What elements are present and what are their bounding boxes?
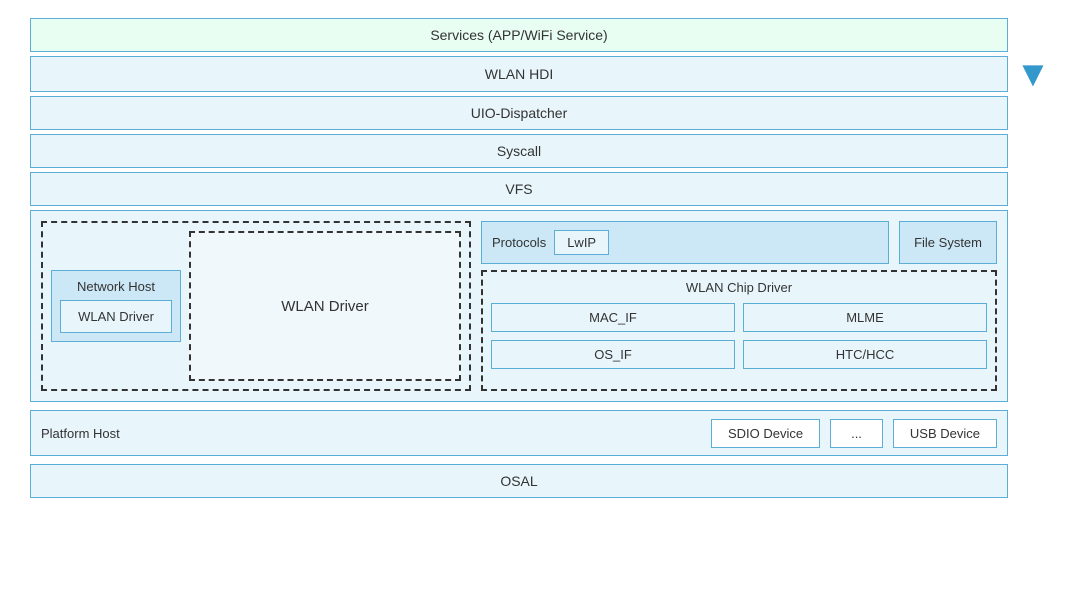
arrow-col-2: ▼ — [1008, 56, 1058, 92]
platform-host-label: Platform Host — [41, 426, 120, 441]
services-row: Services (APP/WiFi Service) — [30, 18, 1058, 52]
arrow-col-6 — [1008, 210, 1058, 406]
dots-label: ... — [851, 426, 862, 441]
syscall-row: Syscall — [30, 134, 1058, 168]
platform-row: Platform Host SDIO Device ... USB Device — [30, 410, 1058, 460]
uio-box: UIO-Dispatcher — [30, 96, 1008, 130]
vfs-label: VFS — [505, 181, 532, 197]
services-label: Services (APP/WiFi Service) — [430, 27, 607, 43]
sdio-device-label: SDIO Device — [728, 426, 803, 441]
arrow-col-5 — [1008, 172, 1058, 206]
wlan-driver-inner-box: WLAN Driver — [60, 300, 172, 333]
network-host-box: Network Host WLAN Driver — [51, 270, 181, 342]
arrow-col — [1008, 18, 1058, 52]
uio-label: UIO-Dispatcher — [471, 105, 567, 121]
protocols-box: Protocols LwIP — [481, 221, 889, 264]
arrow-col-4 — [1008, 134, 1058, 168]
mlme-cell: MLME — [743, 303, 987, 332]
syscall-box: Syscall — [30, 134, 1008, 168]
mac-if-cell: MAC_IF — [491, 303, 735, 332]
os-if-label: OS_IF — [594, 347, 632, 362]
wlan-hdi-row: WLAN HDI ▼ — [30, 56, 1058, 92]
right-section: Protocols LwIP File System WLAN Chip Dri… — [481, 221, 997, 391]
usb-device-box: USB Device — [893, 419, 997, 448]
arrow-col-7 — [1008, 410, 1058, 460]
usb-device-label: USB Device — [910, 426, 980, 441]
os-if-cell: OS_IF — [491, 340, 735, 369]
arrow-col-3 — [1008, 96, 1058, 130]
protocols-label: Protocols — [492, 235, 546, 250]
lwip-box: LwIP — [554, 230, 609, 255]
vfs-box: VFS — [30, 172, 1008, 206]
filesystem-label: File System — [914, 235, 982, 250]
wlan-hdi-label: WLAN HDI — [485, 66, 553, 82]
wlan-driver-center-label: WLAN Driver — [281, 298, 369, 315]
sdio-device-box: SDIO Device — [711, 419, 820, 448]
diagram-wrapper: Services (APP/WiFi Service) WLAN HDI ▼ U… — [0, 0, 1088, 512]
main-row: Network Host WLAN Driver WLAN Driver Pro… — [30, 210, 1058, 406]
main-content-box: Network Host WLAN Driver WLAN Driver Pro… — [30, 210, 1008, 402]
wlan-chip-dashed-box: WLAN Chip Driver MAC_IF MLME OS_IF — [481, 270, 997, 391]
vfs-row: VFS — [30, 172, 1058, 206]
mlme-label: MLME — [846, 310, 884, 325]
filesystem-box: File System — [899, 221, 997, 264]
wlan-driver-center-box: WLAN Driver — [189, 231, 461, 381]
wlan-driver-inner-label: WLAN Driver — [78, 309, 154, 324]
osal-row: OSAL — [30, 464, 1058, 498]
left-dashed-group: Network Host WLAN Driver WLAN Driver — [41, 221, 471, 391]
lwip-label: LwIP — [567, 235, 596, 250]
chip-grid: MAC_IF MLME OS_IF HTC/HCC — [491, 303, 987, 369]
services-box: Services (APP/WiFi Service) — [30, 18, 1008, 52]
wlan-hdi-box: WLAN HDI — [30, 56, 1008, 92]
platform-box: Platform Host SDIO Device ... USB Device — [30, 410, 1008, 456]
osal-box: OSAL — [30, 464, 1008, 498]
uio-row: UIO-Dispatcher — [30, 96, 1058, 130]
wlan-chip-title: WLAN Chip Driver — [491, 280, 987, 295]
wlan-chip-driver-label: WLAN Chip Driver — [686, 280, 792, 295]
syscall-label: Syscall — [497, 143, 541, 159]
down-arrow-icon: ▼ — [1015, 56, 1051, 92]
dots-box: ... — [830, 419, 883, 448]
right-top-row: Protocols LwIP File System — [481, 221, 997, 264]
htc-hcc-label: HTC/HCC — [836, 347, 895, 362]
htc-hcc-cell: HTC/HCC — [743, 340, 987, 369]
arrow-col-8 — [1008, 464, 1058, 498]
osal-label: OSAL — [500, 473, 537, 489]
mac-if-label: MAC_IF — [589, 310, 637, 325]
network-host-label: Network Host — [77, 279, 155, 294]
